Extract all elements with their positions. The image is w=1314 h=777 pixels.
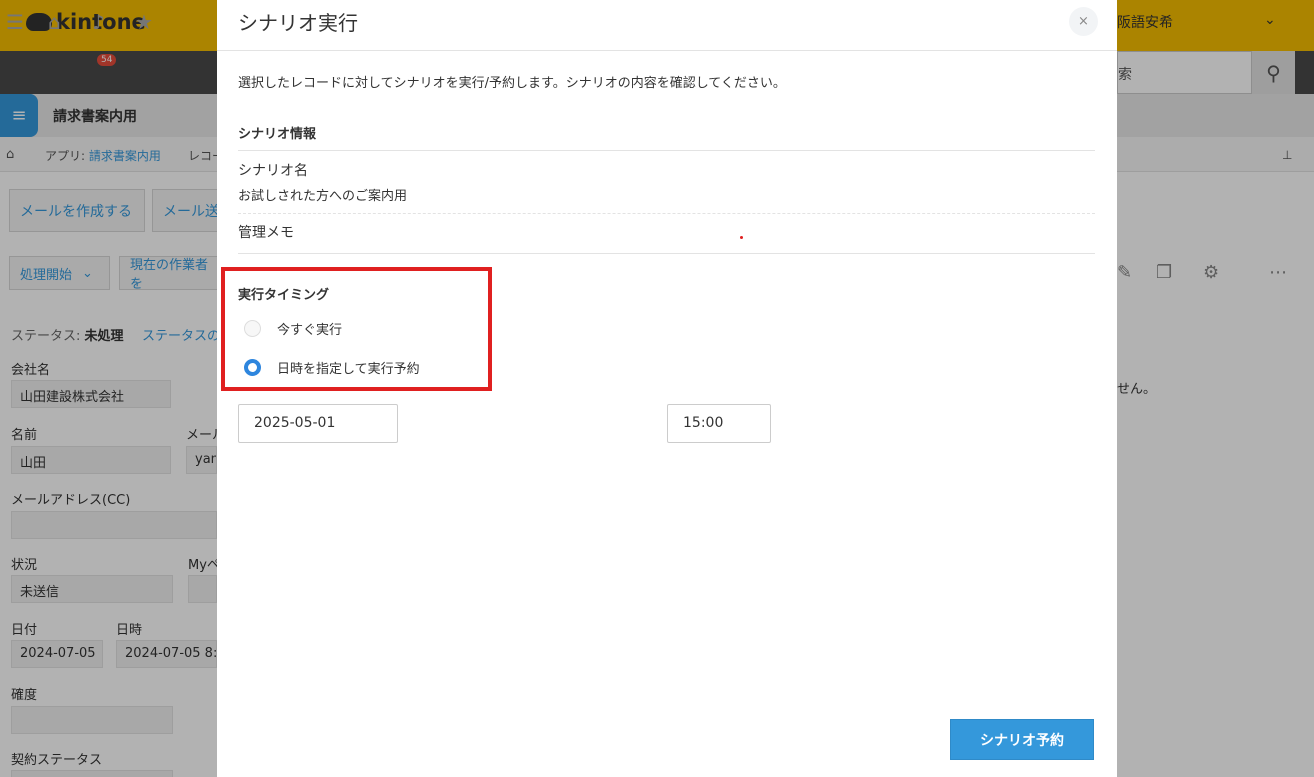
scenario-name-label: シナリオ名 bbox=[238, 163, 308, 179]
timing-heading: 実行タイミング bbox=[238, 288, 330, 303]
scenario-name-value: お試しされた方へのご案内用 bbox=[238, 189, 408, 204]
memo-label: 管理メモ bbox=[238, 225, 294, 241]
time-input[interactable]: 15:00 bbox=[667, 404, 771, 443]
radio-run-now[interactable]: 今すぐ実行 bbox=[244, 319, 342, 338]
radio-schedule-label: 日時を指定して実行予約 bbox=[277, 362, 420, 377]
radio-schedule[interactable]: 日時を指定して実行予約 bbox=[244, 358, 420, 377]
divider bbox=[238, 253, 1095, 254]
divider bbox=[238, 213, 1095, 214]
dialog-header: シナリオ実行 × bbox=[217, 0, 1117, 51]
schedule-scenario-label: シナリオ予約 bbox=[980, 732, 1064, 749]
dialog-title: シナリオ実行 bbox=[238, 11, 358, 35]
cursor-dot bbox=[740, 236, 743, 239]
radio-run-now-label: 今すぐ実行 bbox=[277, 323, 343, 338]
close-icon: × bbox=[1078, 14, 1089, 29]
radio-button[interactable] bbox=[244, 320, 261, 337]
time-value: 15:00 bbox=[683, 415, 724, 431]
radio-button-checked[interactable] bbox=[244, 359, 261, 376]
schedule-scenario-button[interactable]: シナリオ予約 bbox=[950, 719, 1094, 760]
date-input[interactable]: 2025-05-01 bbox=[238, 404, 398, 443]
divider bbox=[238, 150, 1095, 151]
date-value: 2025-05-01 bbox=[254, 415, 336, 431]
close-button[interactable]: × bbox=[1069, 7, 1098, 36]
dialog-description: 選択したレコードに対してシナリオを実行/予約します。シナリオの内容を確認してくだ… bbox=[238, 76, 786, 91]
scenario-info-heading: シナリオ情報 bbox=[238, 127, 317, 142]
scenario-run-dialog: シナリオ実行 × 選択したレコードに対してシナリオを実行/予約します。シナリオの… bbox=[217, 0, 1117, 777]
